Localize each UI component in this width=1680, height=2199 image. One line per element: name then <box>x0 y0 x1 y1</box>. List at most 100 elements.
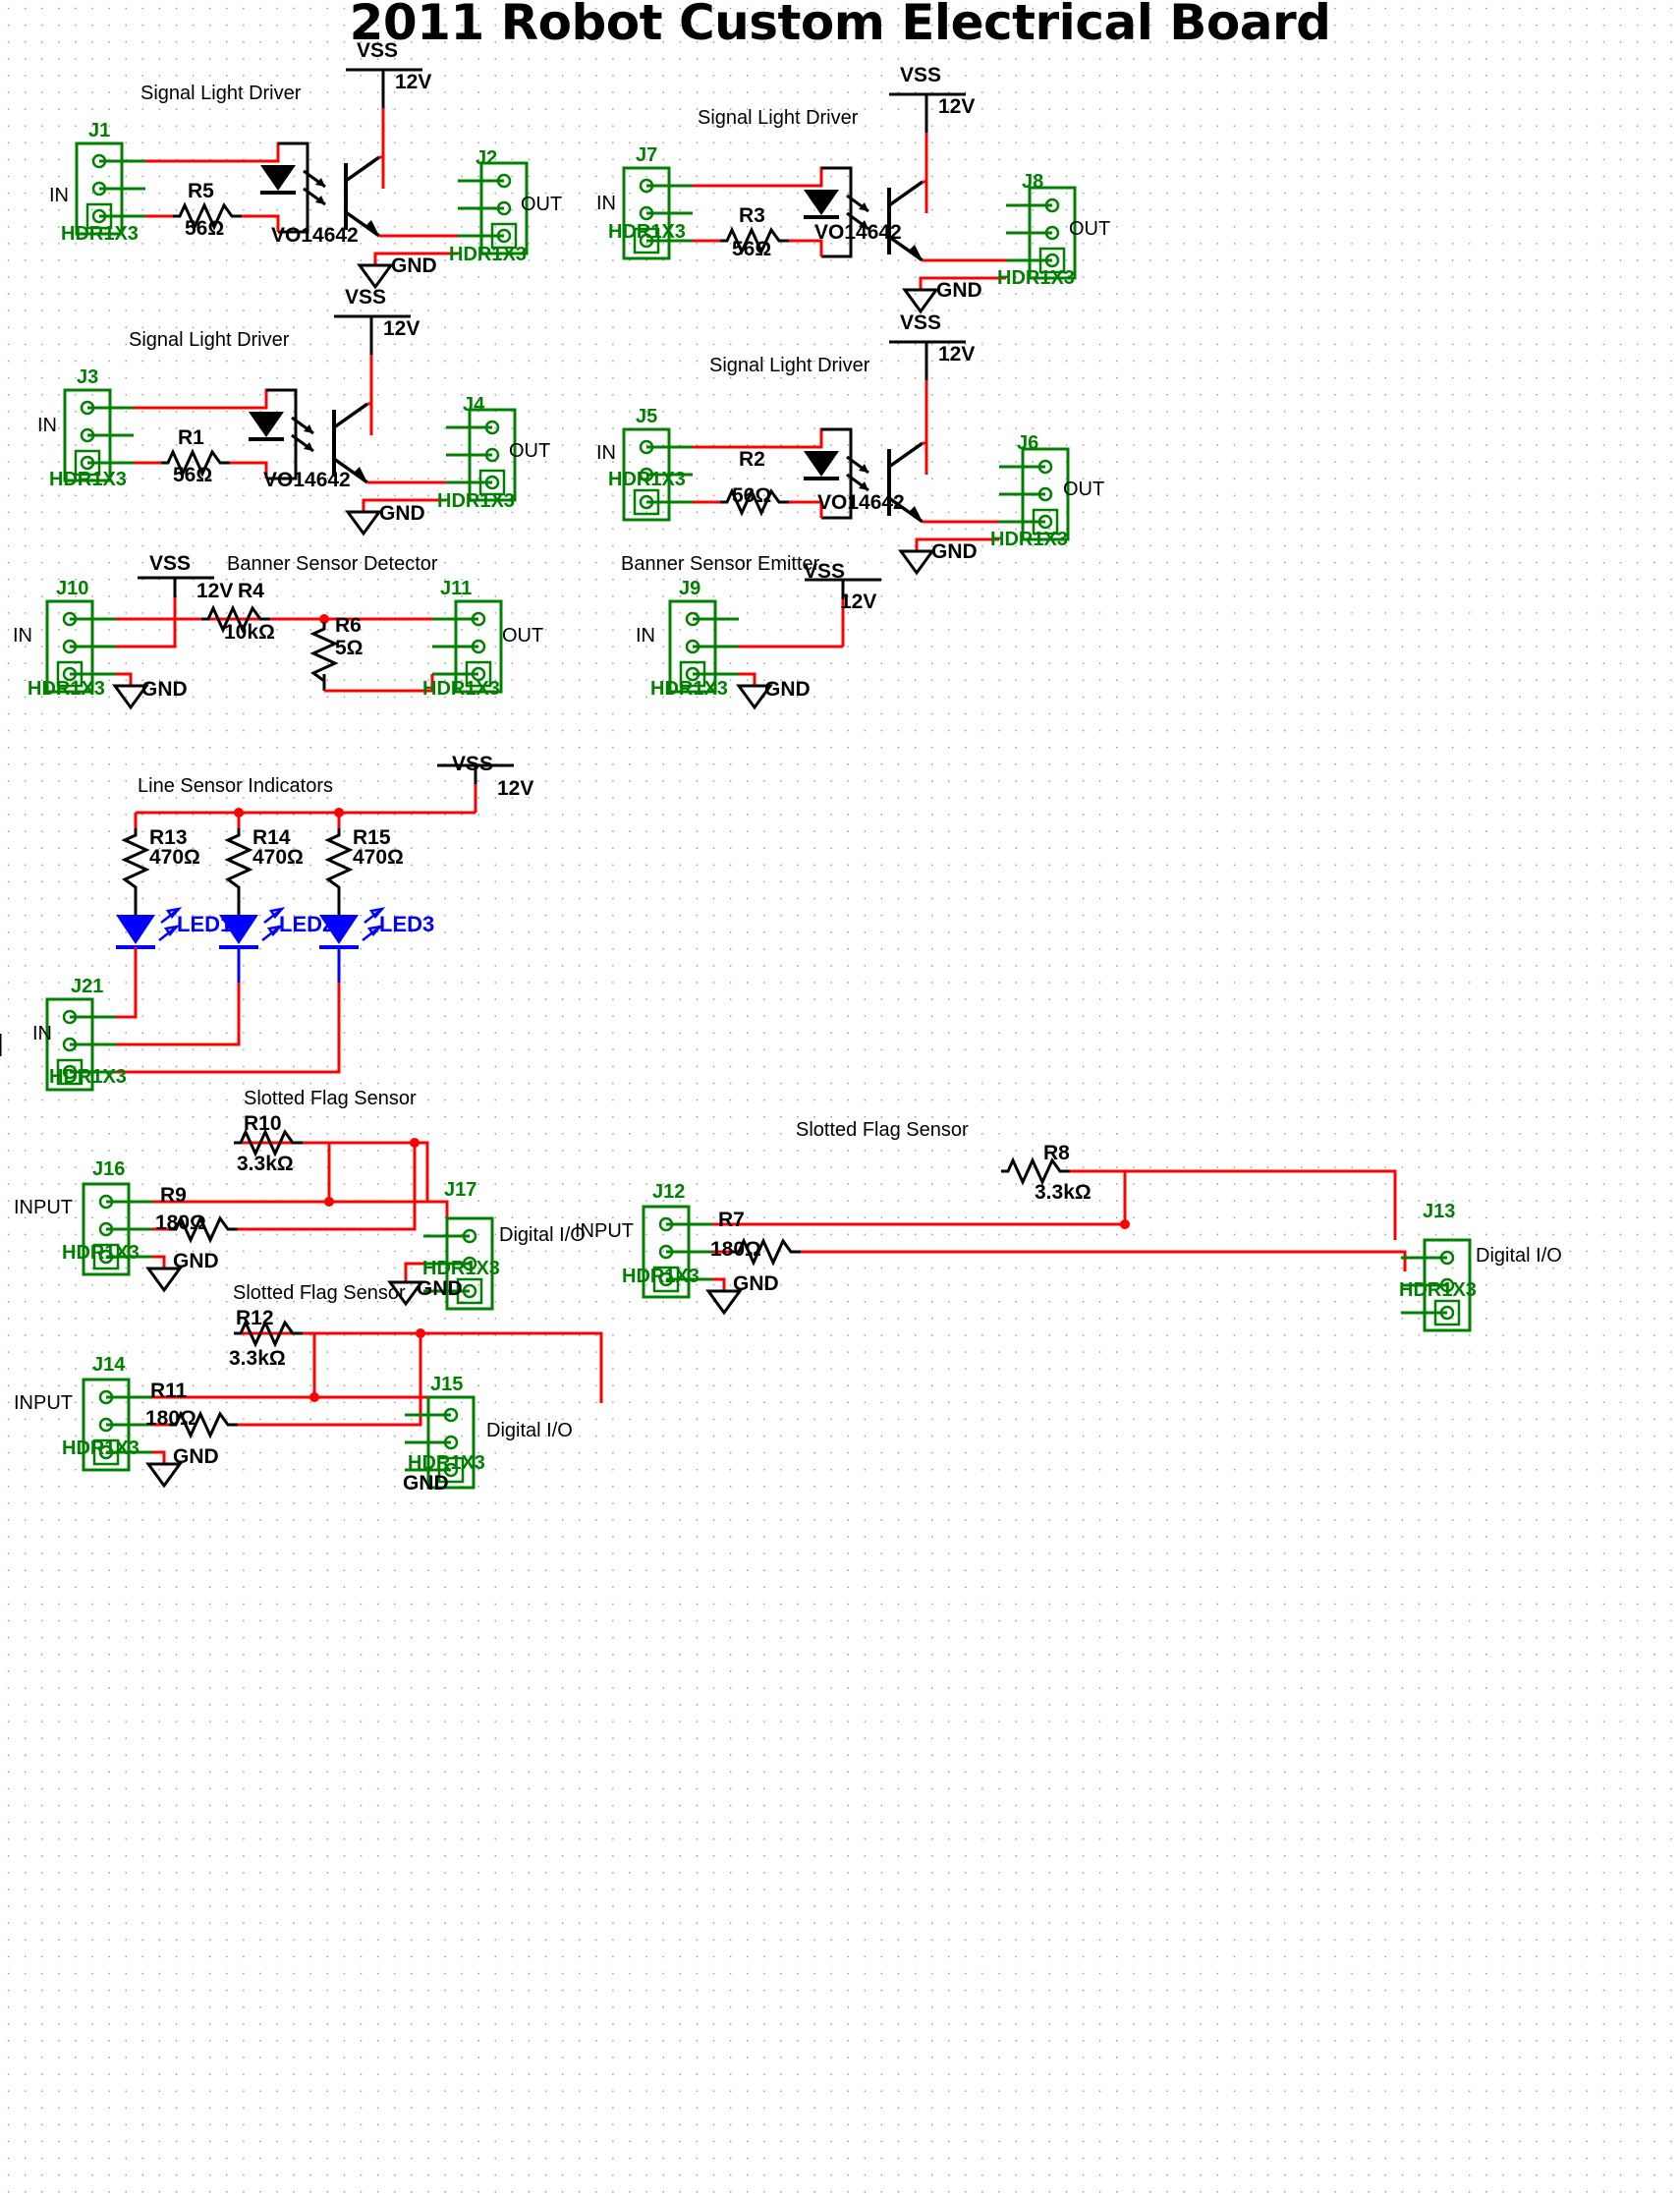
led3-label: LED3 <box>379 912 435 936</box>
led1-label: LED1 <box>177 912 233 936</box>
hdr-J10: HDR1X3 <box>28 678 105 700</box>
ref-R3: R3 <box>739 204 765 227</box>
hdr-J7: HDR1X3 <box>608 221 686 243</box>
v12-label-3: 12V <box>383 317 420 340</box>
gnd-label-5: GND <box>141 678 188 701</box>
vss-label-5: VSS <box>149 552 192 575</box>
ref-J11: J11 <box>440 578 473 599</box>
ref-R7: R7 <box>718 1209 745 1231</box>
val-R10: 3.3kΩ <box>237 1153 294 1175</box>
port-in-4: IN <box>596 442 616 464</box>
ref-R8: R8 <box>1043 1142 1070 1164</box>
v12-label-7: 12V <box>497 777 534 800</box>
val-R1: 56Ω <box>173 464 213 486</box>
hdr-J11: HDR1X3 <box>422 678 500 700</box>
port-in-5: IN <box>13 625 32 647</box>
section-caption-slot-3: Slotted Flag Sensor <box>233 1282 406 1304</box>
hdr-J21: HDR1X3 <box>49 1066 127 1088</box>
ref-J21: J21 <box>71 976 104 997</box>
opto-label-1: VO14642 <box>271 224 359 247</box>
ref-J15: J15 <box>430 1374 464 1395</box>
port-out-3: OUT <box>509 440 551 462</box>
ref-R6: R6 <box>335 614 362 637</box>
gnd-label-12: GND <box>403 1472 449 1494</box>
hdr-J12: HDR1X3 <box>622 1266 700 1287</box>
port-out-1: OUT <box>521 194 563 215</box>
vss-label-2: VSS <box>900 64 942 86</box>
gnd-label-11: GND <box>173 1445 219 1468</box>
val-R13: 470Ω <box>149 846 200 869</box>
hdr-J6: HDR1X3 <box>990 529 1068 550</box>
val-R8: 3.3kΩ <box>1035 1181 1092 1204</box>
ref-R4: R4 <box>238 580 264 602</box>
hdr-J16: HDR1X3 <box>62 1242 140 1264</box>
hdr-J8: HDR1X3 <box>997 267 1075 289</box>
gnd-label-4: GND <box>931 540 978 563</box>
hdr-J13: HDR1X3 <box>1399 1279 1477 1301</box>
gnd-label-3: GND <box>379 502 425 525</box>
val-R15: 470Ω <box>353 846 404 869</box>
ref-J12: J12 <box>652 1181 686 1203</box>
port-in-7: IN <box>32 1023 52 1044</box>
ref-J9: J9 <box>679 578 701 599</box>
digital-io-3: Digital I/O <box>486 1420 573 1441</box>
val-R14: 470Ω <box>252 846 304 869</box>
ref-J2: J2 <box>476 147 498 169</box>
slotted-flag-sensor-3 <box>84 1321 603 1488</box>
ref-J4: J4 <box>463 394 485 416</box>
vss-label-6: VSS <box>804 560 846 583</box>
hdr-J4: HDR1X3 <box>437 490 515 512</box>
opto-label-3: VO14642 <box>263 469 351 491</box>
ref-R9: R9 <box>160 1184 187 1207</box>
ref-J6: J6 <box>1017 432 1039 454</box>
digital-io-1: Digital I/O <box>499 1224 586 1246</box>
section-caption-signal-4: Signal Light Driver <box>709 355 870 376</box>
gnd-label-9: GND <box>417 1277 463 1300</box>
val-R7: 180Ω <box>710 1238 761 1261</box>
port-out-4: OUT <box>1063 479 1105 500</box>
section-caption-banner-det: Banner Sensor Detector <box>227 553 438 575</box>
ref-J3: J3 <box>77 366 99 388</box>
ref-J5: J5 <box>636 406 658 427</box>
port-in-1: IN <box>49 185 69 206</box>
v12-label-2: 12V <box>938 95 976 118</box>
ref-J14: J14 <box>92 1354 126 1376</box>
ref-R5: R5 <box>188 180 214 202</box>
port-input-2: INPUT <box>575 1220 634 1242</box>
port-out-5: OUT <box>502 625 544 647</box>
ref-R11: R11 <box>150 1380 188 1402</box>
ref-R1: R1 <box>178 426 204 449</box>
val-R4: 10kΩ <box>224 621 275 644</box>
vss-label-3: VSS <box>345 286 387 309</box>
opto-label-4: VO14642 <box>817 491 905 514</box>
hdr-J5: HDR1X3 <box>608 469 686 490</box>
val-R9: 180Ω <box>155 1212 206 1234</box>
port-in-6: IN <box>636 625 655 647</box>
gnd-label-1: GND <box>391 254 437 277</box>
port-out-2: OUT <box>1069 218 1111 240</box>
val-R11: 180Ω <box>145 1407 196 1430</box>
val-R12: 3.3kΩ <box>229 1347 286 1370</box>
ref-J7: J7 <box>636 144 658 166</box>
vss-label-4: VSS <box>900 311 942 334</box>
digital-io-2: Digital I/O <box>1476 1245 1562 1267</box>
led2-label: LED2 <box>279 912 335 936</box>
port-input-3: INPUT <box>14 1392 73 1414</box>
val-R5: 56Ω <box>185 217 225 240</box>
port-input-1: INPUT <box>14 1197 73 1218</box>
val-R3: 56Ω <box>732 238 772 260</box>
gnd-label-10: GND <box>733 1272 779 1295</box>
hdr-J9: HDR1X3 <box>650 678 728 700</box>
vss-label-7: VSS <box>452 753 494 775</box>
ref-J13: J13 <box>1423 1201 1456 1222</box>
val-R2: 56Ω <box>732 484 772 507</box>
section-caption-signal-2: Signal Light Driver <box>698 107 859 129</box>
schematic-sheet: 2011 Robot Custom Electrical Board VSS 1… <box>0 0 1680 2199</box>
section-caption-signal-1: Signal Light Driver <box>140 83 302 104</box>
port-in-3: IN <box>37 415 57 436</box>
gnd-label-6: GND <box>764 678 811 701</box>
line-sensor-indicators <box>0 763 514 1090</box>
ref-J10: J10 <box>56 578 89 599</box>
v12-label-4: 12V <box>938 343 976 366</box>
v12-label-1: 12V <box>395 71 432 93</box>
